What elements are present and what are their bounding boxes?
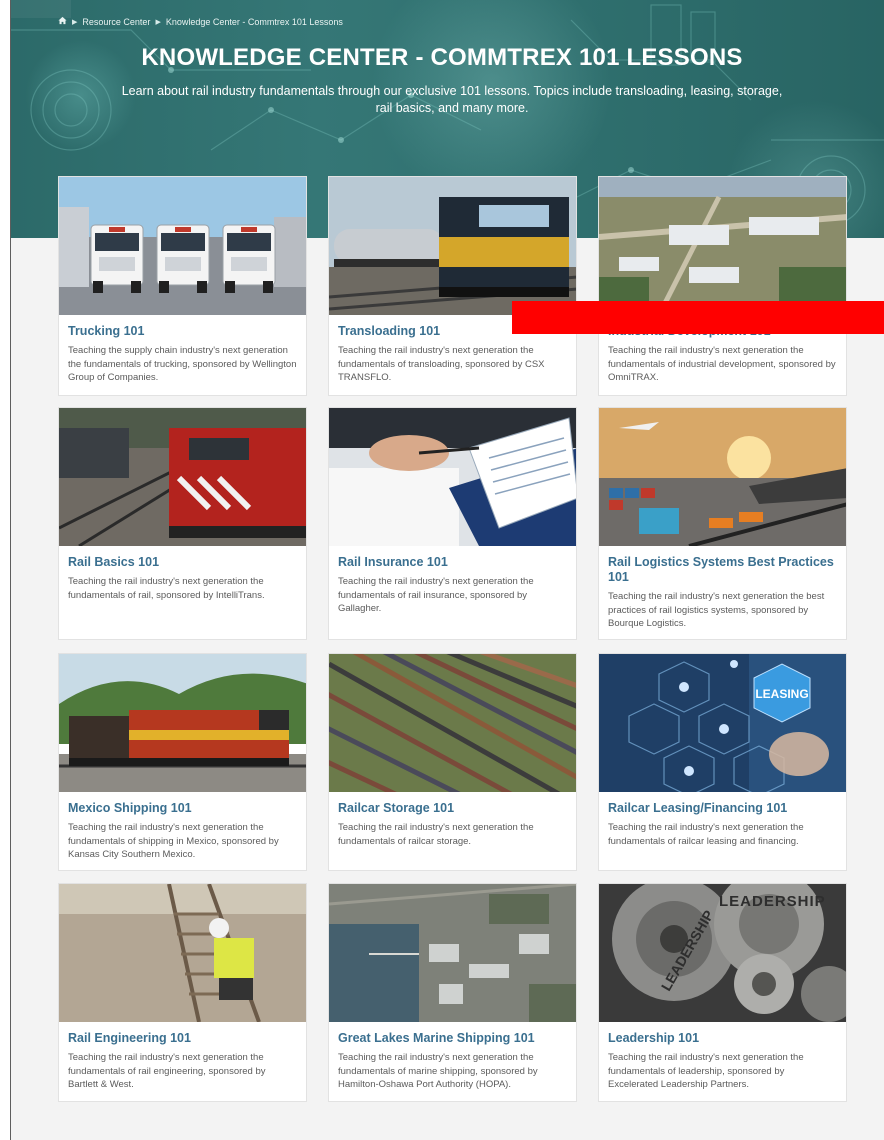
lesson-description: Teaching the rail industry's next genera… <box>608 1052 804 1090</box>
lesson-description: Teaching the rail industry's next genera… <box>338 345 545 383</box>
breadcrumb: ▶ Resource Center ▶ Knowledge Center - C… <box>58 16 343 27</box>
trucks-photo <box>59 177 306 315</box>
lesson-card-railcar-leasing[interactable]: LEASING Railcar Leasing/Financing 101 Te… <box>598 653 847 871</box>
logistics-port-photo <box>599 408 846 546</box>
lesson-description: Teaching the rail industry's next genera… <box>338 822 534 847</box>
lesson-description: Teaching the supply chain industry's nex… <box>68 345 297 383</box>
lesson-card-rail-insurance[interactable]: Rail Insurance 101 Teaching the rail ind… <box>328 407 577 640</box>
page-title: KNOWLEDGE CENTER - COMMTREX 101 LESSONS <box>141 44 743 71</box>
lesson-card-railcar-storage[interactable]: Railcar Storage 101 Teaching the rail in… <box>328 653 577 871</box>
lesson-description: Teaching the rail industry's next genera… <box>338 1052 538 1090</box>
signing-documents-photo <box>329 408 576 546</box>
lesson-description: Teaching the rail industry's next genera… <box>608 822 804 847</box>
lesson-description: Teaching the rail industry's next genera… <box>68 576 265 601</box>
lesson-description: Teaching the rail industry's next genera… <box>608 345 836 383</box>
breadcrumb-current-page: Knowledge Center - Commtrex 101 Lessons <box>165 16 343 27</box>
leasing-hexagon-photo: LEASING <box>599 654 846 792</box>
track-inspector-photo <box>59 884 306 1022</box>
red-locomotive-photo <box>59 408 306 546</box>
lesson-title[interactable]: Leadership 101 <box>608 1031 837 1046</box>
lesson-title[interactable]: Rail Logistics Systems Best Practices 10… <box>608 555 837 585</box>
lesson-card-rail-logistics[interactable]: Rail Logistics Systems Best Practices 10… <box>598 407 847 640</box>
ksc-locomotive-photo <box>59 654 306 792</box>
redaction-bar <box>512 301 884 334</box>
chevron-right-icon: ▶ <box>72 18 78 26</box>
lesson-description: Teaching the rail industry's next genera… <box>68 1052 266 1090</box>
locomotive-tank-car-photo <box>329 177 576 315</box>
lesson-description: Teaching the rail industry's next genera… <box>608 591 825 629</box>
lesson-card-transloading[interactable]: Transloading 101 Teaching the rail indus… <box>328 176 577 396</box>
lesson-card-mexico-shipping[interactable]: Mexico Shipping 101 Teaching the rail in… <box>58 653 307 871</box>
lesson-title[interactable]: Rail Insurance 101 <box>338 555 567 570</box>
lesson-title[interactable]: Great Lakes Marine Shipping 101 <box>338 1031 567 1046</box>
chevron-right-icon: ▶ <box>155 18 161 26</box>
page-description: Learn about rail industry fundamentals t… <box>121 84 783 115</box>
lesson-card-great-lakes-marine[interactable]: Great Lakes Marine Shipping 101 Teaching… <box>328 883 577 1102</box>
leasing-image-label: LEASING <box>755 687 808 701</box>
lesson-card-rail-engineering[interactable]: Rail Engineering 101 Teaching the rail i… <box>58 883 307 1102</box>
breadcrumb-link-resource-center[interactable]: Resource Center <box>82 17 150 27</box>
lesson-card-leadership[interactable]: LEADERSHIP LEADERSHIP Leadership 101 Tea… <box>598 883 847 1102</box>
lesson-title[interactable]: Railcar Storage 101 <box>338 801 567 816</box>
industrial-park-aerial-photo <box>599 177 846 315</box>
lesson-title[interactable]: Rail Engineering 101 <box>68 1031 297 1046</box>
leadership-gears-photo: LEADERSHIP LEADERSHIP <box>599 884 846 1022</box>
home-icon[interactable] <box>58 16 67 27</box>
rail-yard-aerial-photo <box>329 654 576 792</box>
lesson-title[interactable]: Mexico Shipping 101 <box>68 801 297 816</box>
lesson-description: Teaching the rail industry's next genera… <box>68 822 279 860</box>
lesson-card-trucking[interactable]: Trucking 101 Teaching the supply chain i… <box>58 176 307 396</box>
lesson-title[interactable]: Rail Basics 101 <box>68 555 297 570</box>
leadership-image-label-top: LEADERSHIP <box>719 893 826 910</box>
lesson-card-industrial-development[interactable]: Industrial Development 101 Teaching the … <box>598 176 847 396</box>
lesson-title[interactable]: Railcar Leasing/Financing 101 <box>608 801 837 816</box>
lesson-title[interactable]: Trucking 101 <box>68 324 297 339</box>
lesson-card-rail-basics[interactable]: Rail Basics 101 Teaching the rail indust… <box>58 407 307 640</box>
lesson-description: Teaching the rail industry's next genera… <box>338 576 534 614</box>
port-aerial-photo <box>329 884 576 1022</box>
